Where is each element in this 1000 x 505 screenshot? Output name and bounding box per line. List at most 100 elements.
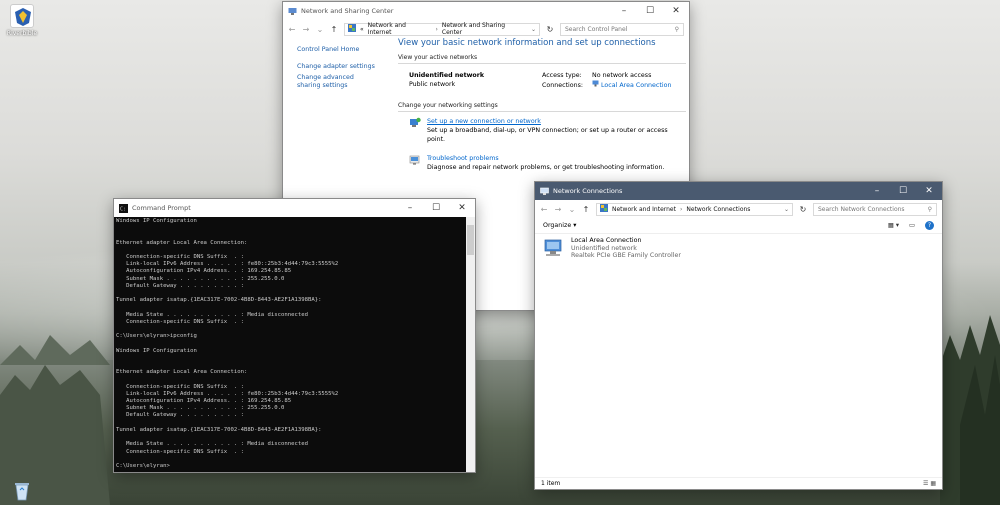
task-troubleshoot: Troubleshoot problems Diagnose and repai…	[398, 154, 686, 172]
close-button[interactable]: ✕	[663, 2, 689, 20]
breadcrumb-network-internet[interactable]: Network and Internet	[368, 22, 432, 36]
netc-title: Network Connections	[553, 187, 623, 195]
search-icon: ⚲	[674, 25, 679, 33]
network-name: Unidentified network	[409, 72, 485, 79]
breadcrumb-nsc[interactable]: Network and Sharing Center	[442, 22, 527, 36]
console-line: Connection-specific DNS Suffix . :	[116, 318, 244, 325]
scrollbar-thumb[interactable]	[467, 225, 474, 255]
nsc-sidebar: Control Panel Home Change adapter settin…	[297, 46, 387, 90]
minimize-button[interactable]: –	[397, 199, 423, 217]
breadcrumb-separator: ›	[435, 25, 438, 33]
console-line: Subnet Mask . . . . . . . . . . . : 255.…	[116, 405, 285, 412]
maximize-button[interactable]: ☐	[637, 2, 663, 20]
up-arrow-icon[interactable]: ↑	[582, 205, 590, 214]
recycle-bin-icon	[10, 478, 34, 502]
console-line: Connection-specific DNS Suffix . :	[116, 383, 244, 390]
troubleshoot-link[interactable]: Troubleshoot problems	[427, 154, 664, 163]
new-connection-icon	[409, 117, 421, 144]
console-line: Ethernet adapter Local Area Connection:	[116, 239, 248, 246]
nsc-titlebar[interactable]: Network and Sharing Center – ☐ ✕	[283, 2, 689, 20]
netc-address-bar[interactable]: Network and Internet › Network Connectio…	[596, 202, 793, 216]
console-line: Connection-specific DNS Suffix . :	[116, 448, 244, 455]
cmd-icon: C:	[119, 203, 128, 213]
chevron-down-icon[interactable]: ⌄	[316, 25, 324, 34]
breadcrumb-network-connections[interactable]: Network Connections	[686, 206, 750, 213]
control-panel-icon	[600, 204, 608, 214]
troubleshoot-icon	[409, 154, 421, 172]
close-button[interactable]: ✕	[449, 199, 475, 217]
breadcrumb-overflow[interactable]: «	[360, 26, 364, 33]
console-line: Ethernet adapter Local Area Connection:	[116, 369, 248, 376]
active-networks-label: View your active networks	[398, 54, 686, 64]
forward-arrow-icon[interactable]: →	[554, 205, 562, 214]
access-type-value: No network access	[592, 72, 652, 79]
search-placeholder: Search Network Connections	[818, 205, 905, 213]
connections-label: Connections:	[542, 81, 584, 89]
connections-link[interactable]: Local Area Connection	[601, 81, 671, 90]
command-prompt-window: C: Command Prompt – ☐ ✕ Windows IP Confi…	[113, 198, 476, 473]
back-arrow-icon[interactable]: ←	[540, 205, 548, 214]
details-view-icon[interactable]: ☰ ▦	[923, 480, 936, 487]
console-line: Subnet Mask . . . . . . . . . . . : 255.…	[116, 275, 285, 282]
refresh-icon[interactable]: ↻	[799, 205, 807, 214]
address-dropdown-icon[interactable]: ⌄	[531, 26, 536, 33]
desktop-icon-riverbible[interactable]: Riverbible	[2, 4, 42, 37]
page-title: View your basic network information and …	[398, 38, 656, 48]
sidebar-change-adapter-settings[interactable]: Change adapter settings	[297, 63, 387, 71]
search-placeholder: Search Control Panel	[565, 25, 628, 33]
console-line: Link-local IPv6 Address . . . . . : fe80…	[116, 390, 339, 397]
netc-status-bar: 1 item ☰ ▦	[535, 477, 942, 489]
app-shield-icon	[10, 4, 34, 28]
console-line: Connection-specific DNS Suffix . :	[116, 254, 244, 261]
console-line: Windows IP Configuration	[116, 347, 197, 354]
organize-menu[interactable]: Organize ▾	[543, 222, 576, 229]
task-new-connection: Set up a new connection or network Set u…	[398, 117, 686, 144]
minimize-button[interactable]: –	[864, 182, 890, 200]
close-button[interactable]: ✕	[916, 182, 942, 200]
console-line: Default Gateway . . . . . . . . . :	[116, 282, 244, 289]
connection-name: Local Area Connection	[571, 237, 642, 244]
recycle-bin[interactable]	[2, 478, 42, 502]
ethernet-adapter-icon	[543, 237, 565, 261]
nsc-search-input[interactable]: Search Control Panel ⚲	[560, 22, 684, 36]
netc-search-input[interactable]: Search Network Connections ⚲	[813, 202, 937, 216]
cmd-console-output[interactable]: Windows IP Configuration Ethernet adapte…	[114, 217, 466, 472]
active-network-row: Unidentified network Public network Acce…	[398, 71, 686, 90]
netc-titlebar[interactable]: Network Connections – ☐ ✕	[535, 182, 942, 200]
cmd-scrollbar[interactable]	[466, 217, 475, 472]
console-line: C:\Users\elyran>ipconfig	[116, 333, 197, 340]
chevron-down-icon[interactable]: ⌄	[568, 205, 576, 214]
forward-arrow-icon[interactable]: →	[302, 25, 310, 34]
cmd-titlebar[interactable]: C: Command Prompt – ☐ ✕	[114, 199, 475, 217]
nsc-address-bar[interactable]: « Network and Internet › Network and Sha…	[344, 22, 540, 36]
console-line: Tunnel adapter isatap.{1EAC317E-7002-4B8…	[116, 426, 322, 433]
breadcrumb-network-internet[interactable]: Network and Internet	[612, 206, 676, 213]
setup-connection-link[interactable]: Set up a new connection or network	[427, 117, 686, 126]
change-settings-label: Change your networking settings	[398, 102, 686, 112]
ethernet-icon	[592, 80, 599, 90]
refresh-icon[interactable]: ↻	[546, 25, 554, 34]
list-item-local-area-connection[interactable]: Local Area Connection Unidentified netwo…	[543, 237, 681, 261]
control-panel-icon	[348, 24, 356, 34]
up-arrow-icon[interactable]: ↑	[330, 25, 338, 34]
console-line: Default Gateway . . . . . . . . . :	[116, 412, 244, 419]
help-icon[interactable]: ?	[925, 221, 934, 230]
back-arrow-icon[interactable]: ←	[288, 25, 296, 34]
maximize-button[interactable]: ☐	[423, 199, 449, 217]
minimize-button[interactable]: –	[611, 2, 637, 20]
sidebar-change-advanced-sharing[interactable]: Change advanced sharing settings	[297, 74, 377, 90]
view-options-icon[interactable]: ▦ ▾	[888, 222, 899, 229]
troubleshoot-desc: Diagnose and repair network problems, or…	[427, 164, 665, 171]
address-dropdown-icon[interactable]: ⌄	[784, 206, 789, 213]
sidebar-control-panel-home[interactable]: Control Panel Home	[297, 46, 387, 54]
maximize-button[interactable]: ☐	[890, 182, 916, 200]
preview-pane-icon[interactable]: ▭	[909, 222, 915, 229]
